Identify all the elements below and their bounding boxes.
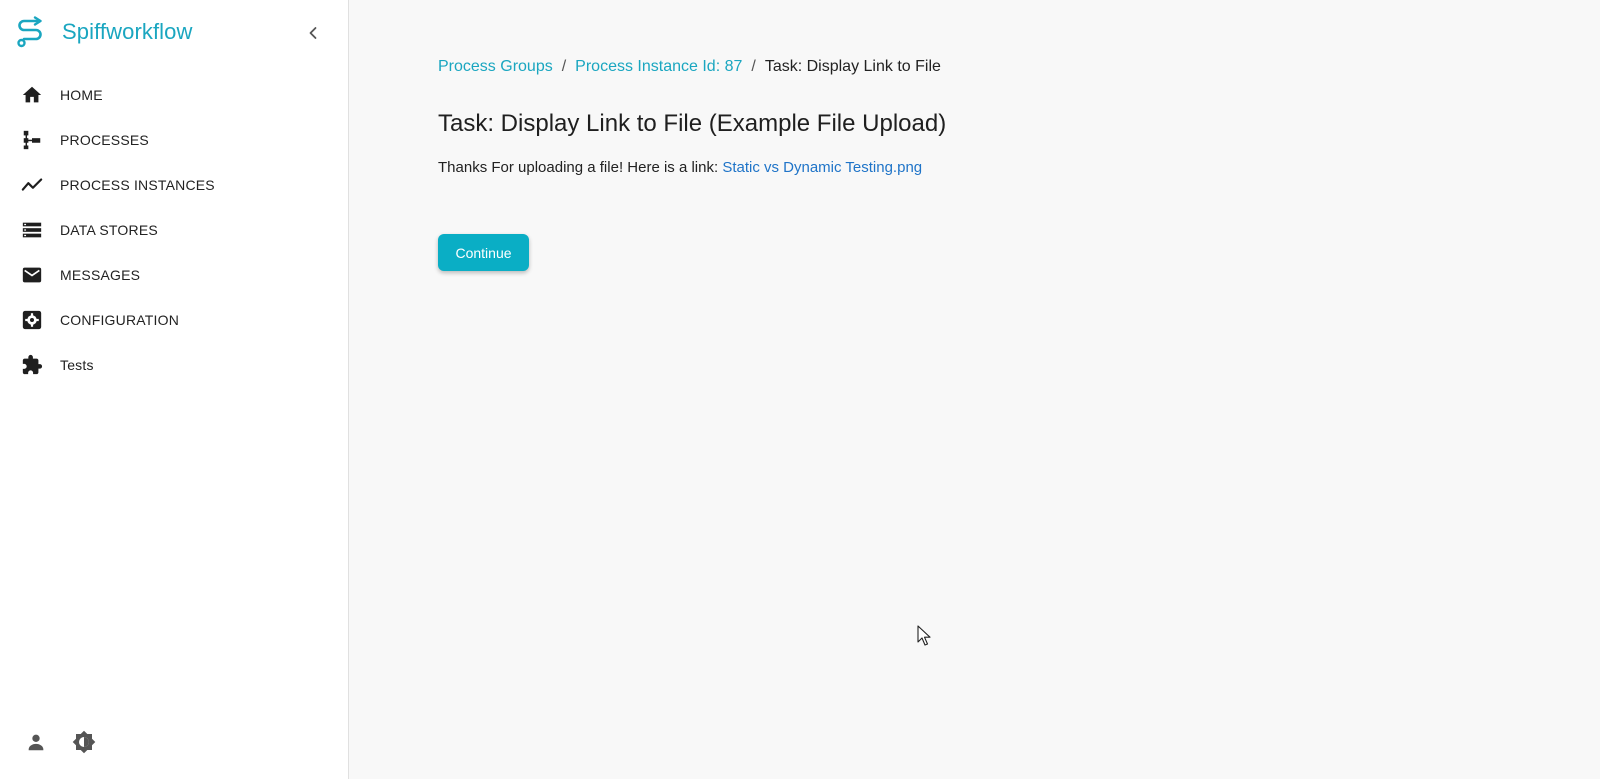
user-profile-button[interactable] [24,730,48,754]
file-link[interactable]: Static vs Dynamic Testing.png [722,159,922,176]
collapse-sidebar-button[interactable] [302,22,324,44]
main-content: Process Groups / Process Instance Id: 87… [349,0,1600,779]
sidebar-item-label: MESSAGES [60,266,141,283]
sidebar-item-home[interactable]: HOME [0,72,349,117]
storage-icon [21,219,43,241]
sidebar-footer [24,730,120,754]
mouse-cursor-icon [917,625,931,646]
sidebar-item-messages[interactable]: MESSAGES [0,252,349,297]
sidebar-item-label: DATA STORES [60,221,158,238]
breadcrumb-process-instance-link[interactable]: Process Instance Id: 87 [575,58,742,76]
chevron-left-icon [309,27,317,39]
spiffworkflow-logo-icon [17,16,42,48]
sidebar-item-label: PROCESS INSTANCES [60,176,215,193]
app-root: Spiffworkflow HOME PROCESSES PROCESS INS… [0,0,1600,779]
page-title: Task: Display Link to File (Example File… [438,110,947,137]
extension-icon [21,354,43,376]
settings-icon [21,309,43,331]
sidebar-item-label: PROCESSES [60,131,149,148]
sidebar-item-label: Tests [60,356,94,373]
breadcrumb-process-groups-link[interactable]: Process Groups [438,58,553,76]
trend-line-icon [21,174,43,196]
theme-toggle-button[interactable] [72,730,96,754]
home-icon [21,84,43,106]
breadcrumb-current: Task: Display Link to File [764,58,941,75]
task-message: Thanks For uploading a file! Here is a l… [438,159,922,176]
sidebar: Spiffworkflow HOME PROCESSES PROCESS INS… [0,0,349,779]
sidebar-item-configuration[interactable]: CONFIGURATION [0,297,349,342]
brand[interactable]: Spiffworkflow [15,16,193,48]
breadcrumb: Process Groups / Process Instance Id: 87… [438,58,941,76]
mail-icon [21,264,43,286]
brand-name: Spiffworkflow [62,19,193,44]
process-tree-icon [21,129,43,151]
sidebar-item-label: CONFIGURATION [60,311,180,328]
sidebar-item-label: HOME [60,86,103,103]
sidebar-item-processes[interactable]: PROCESSES [0,117,349,162]
breadcrumb-separator: / [561,58,567,75]
sidebar-item-data-stores[interactable]: DATA STORES [0,207,349,252]
task-message-text: Thanks For uploading a file! Here is a l… [438,159,723,176]
sidebar-item-process-instances[interactable]: PROCESS INSTANCES [0,162,349,207]
breadcrumb-separator: / [751,58,756,75]
continue-button[interactable]: Continue [438,234,529,271]
sidebar-item-tests[interactable]: Tests [0,342,349,387]
brightness-icon [72,730,96,754]
user-icon [28,734,44,751]
sidebar-nav: HOME PROCESSES PROCESS INSTANCES DATA ST… [0,72,349,387]
